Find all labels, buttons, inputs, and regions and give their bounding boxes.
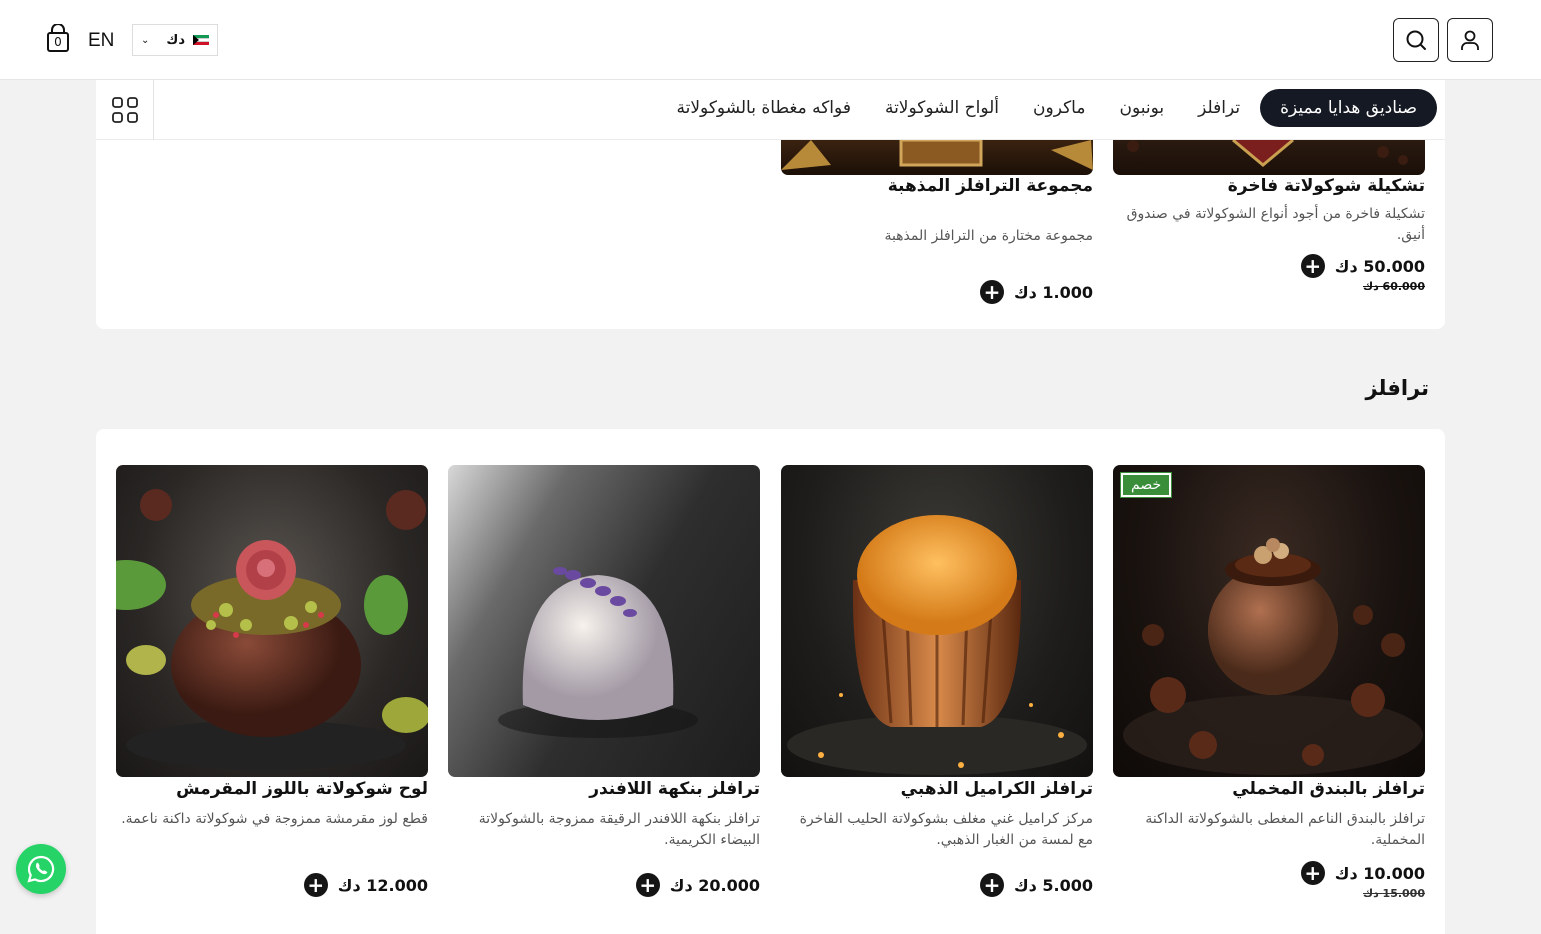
tab-chocolate-fruits[interactable]: فواكه مغطاة بالشوكولاتة: [663, 89, 865, 127]
account-button[interactable]: [1447, 18, 1493, 62]
product-description: ترافلز بالبندق الناعم المغطى بالشوكولاتة…: [1145, 811, 1425, 848]
category-nav: صناديق هدايا مميزة ترافلز بونبون ماكرون …: [96, 80, 1445, 140]
currency-select[interactable]: دك ⌄: [132, 24, 218, 56]
product-price: 50.000 دك: [1334, 256, 1425, 276]
tab-truffles[interactable]: ترافلز: [1184, 89, 1254, 127]
all-categories-button[interactable]: [96, 80, 154, 140]
user-icon: [1461, 30, 1479, 50]
product-card[interactable]: ترافلز بنكهة اللافندر ترافلز بنكهة اللاف…: [448, 465, 760, 897]
product-name: ترافلز الكراميل الذهبي: [900, 779, 1093, 799]
add-to-cart-button[interactable]: +: [635, 873, 660, 897]
tab-chocolate-bars[interactable]: ألواح الشوكولاتة: [871, 89, 1013, 127]
product-name: ترافلز بالبندق المخملي: [1232, 779, 1425, 799]
currency-label: دك: [166, 32, 185, 48]
product-old-price: 15.000 دك: [1362, 887, 1425, 900]
product-name: لوح شوكولاتة باللوز المقرمش: [176, 779, 428, 799]
tab-macaron[interactable]: ماكرون: [1019, 89, 1099, 127]
search-button[interactable]: [1393, 18, 1439, 62]
product-image[interactable]: [781, 465, 1093, 777]
product-price: 5.000 دك: [1013, 875, 1093, 895]
product-description: مجموعة مختارة من الترافلز المذهبة: [884, 228, 1093, 244]
product-price: 1.000 دك: [1013, 282, 1093, 302]
product-name: تشكيلة شوكولاتة فاخرة: [1227, 176, 1425, 196]
product-description: تشكيلة فاخرة من أجود أنواع الشوكولاتة في…: [1126, 206, 1425, 243]
cart-count: 0: [54, 35, 62, 49]
discount-badge: خصم: [1119, 472, 1173, 498]
kuwait-flag-icon: [193, 35, 209, 45]
product-image[interactable]: [781, 140, 1093, 175]
product-image[interactable]: [116, 465, 428, 777]
product-description: مركز كراميل غني مغلف بشوكولاتة الحليب ال…: [799, 811, 1093, 848]
section-title: ترافلز: [1365, 376, 1429, 400]
product-image[interactable]: [1113, 140, 1425, 175]
chevron-down-icon: ⌄: [141, 34, 150, 46]
category-tabs: صناديق هدايا مميزة ترافلز بونبون ماكرون …: [663, 89, 1437, 127]
top-header: 0 EN دك ⌄: [0, 0, 1541, 80]
add-to-cart-button[interactable]: +: [979, 873, 1004, 897]
product-price: 10.000 دك: [1334, 863, 1425, 883]
tab-gift-boxes[interactable]: صناديق هدايا مميزة: [1260, 89, 1437, 127]
language-switch[interactable]: EN: [88, 30, 114, 52]
product-card[interactable]: مجموعة الترافلز المذهبة مجموعة مختارة من…: [781, 176, 1093, 304]
whatsapp-icon: [27, 855, 55, 883]
product-card[interactable]: تشكيلة شوكولاتة فاخرة تشكيلة فاخرة من أج…: [1113, 176, 1425, 293]
add-to-cart-button[interactable]: +: [303, 873, 328, 897]
cart-button[interactable]: 0: [44, 23, 72, 54]
product-description: ترافلز بنكهة اللافندر الرقيقة ممزوجة بال…: [478, 811, 760, 848]
product-card[interactable]: لوح شوكولاتة باللوز المقرمش قطع لوز مقرم…: [116, 465, 428, 897]
product-card[interactable]: ترافلز الكراميل الذهبي مركز كراميل غني م…: [781, 465, 1093, 897]
product-image[interactable]: خصم: [1113, 465, 1425, 777]
add-to-cart-button[interactable]: +: [1300, 861, 1325, 885]
grid-icon: [111, 97, 138, 123]
product-price: 12.000 دك: [337, 875, 428, 895]
product-description: قطع لوز مقرمشة ممزوجة في شوكولاتة داكنة …: [121, 811, 428, 827]
add-to-cart-button[interactable]: +: [979, 280, 1004, 304]
add-to-cart-button[interactable]: +: [1300, 254, 1325, 278]
product-name: مجموعة الترافلز المذهبة: [887, 176, 1093, 196]
product-price: 20.000 دك: [669, 875, 760, 895]
search-icon: [1406, 30, 1426, 50]
product-old-price: 60.000 دك: [1362, 280, 1425, 293]
product-image[interactable]: [448, 465, 760, 777]
product-card[interactable]: خصم ترافلز بالبندق المخملي ترافلز بالبند…: [1113, 465, 1425, 900]
product-name: ترافلز بنكهة اللافندر: [589, 779, 760, 799]
tab-bonbon[interactable]: بونبون: [1105, 89, 1178, 127]
whatsapp-button[interactable]: [16, 844, 66, 894]
